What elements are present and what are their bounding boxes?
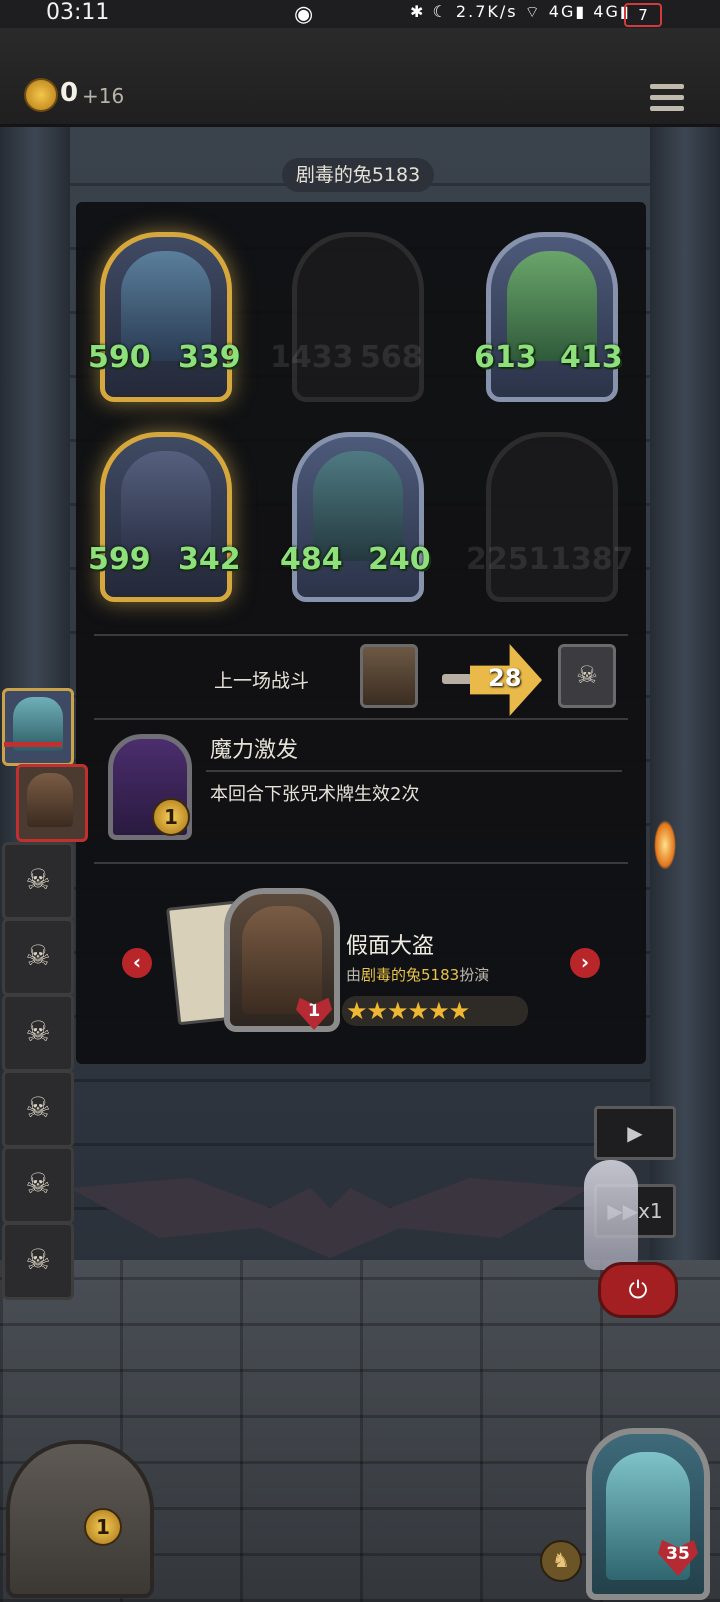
play-button[interactable]: ▶ bbox=[594, 1106, 676, 1160]
last-battle-hero-avatar bbox=[360, 644, 418, 708]
unit-attack: 484 bbox=[280, 542, 343, 577]
roster-player-1[interactable] bbox=[2, 688, 74, 766]
last-battle-opponent-avatar: ☠ bbox=[558, 644, 616, 708]
hero-star-rating: ★★★★★★ bbox=[342, 996, 528, 1026]
roster-player-7[interactable]: ☠ bbox=[2, 1146, 74, 1224]
bell-icon[interactable]: ♞ bbox=[540, 1540, 582, 1582]
skull-icon: ☠ bbox=[25, 1091, 51, 1124]
unit-attack: 599 bbox=[88, 542, 151, 577]
divider bbox=[94, 862, 628, 864]
spell-cost: 1 bbox=[152, 798, 190, 836]
status-bar: 03:11 ◉ ✱ ☾ 2.7K/s ⌔ 4G▮ 4G▮ 7 bbox=[0, 0, 720, 28]
skull-icon: ☠ bbox=[25, 1015, 51, 1048]
torch-flame bbox=[654, 820, 676, 870]
spell-description: 本回合下张咒术牌生效2次 bbox=[210, 784, 420, 805]
unit-card-3[interactable] bbox=[486, 232, 618, 402]
roster-player-2[interactable] bbox=[16, 764, 88, 842]
unit-attack: 613 bbox=[474, 340, 537, 375]
roster-player-8[interactable]: ☠ bbox=[2, 1222, 74, 1300]
unit-health: 1387 bbox=[550, 542, 634, 577]
roster-player-6[interactable]: ☠ bbox=[2, 1070, 74, 1148]
unit-health: 240 bbox=[368, 542, 431, 577]
unit-attack: 2251 bbox=[466, 542, 550, 577]
divider bbox=[206, 770, 622, 772]
roster-player-3[interactable]: ☠ bbox=[2, 842, 74, 920]
hero-played-by: 由剧毒的兔5183扮演 bbox=[346, 966, 490, 984]
skull-icon: ☠ bbox=[25, 939, 51, 972]
unit-health: 568 bbox=[360, 340, 423, 375]
avatar bbox=[27, 773, 73, 827]
coin-increment: +16 bbox=[82, 84, 125, 108]
menu-icon[interactable] bbox=[650, 84, 684, 114]
top-bar bbox=[0, 28, 720, 127]
hero-portrait bbox=[242, 906, 322, 1014]
bunny-mascot bbox=[584, 1160, 638, 1270]
roster-player-5[interactable]: ☠ bbox=[2, 994, 74, 1072]
coin-count: 0 bbox=[60, 78, 79, 108]
unit-attack: 1433 bbox=[270, 340, 354, 375]
prev-hero-button[interactable]: ‹ bbox=[122, 948, 152, 978]
unit-attack: 590 bbox=[88, 340, 151, 375]
health-bar bbox=[4, 742, 62, 747]
power-button[interactable]: ⏻ bbox=[598, 1262, 678, 1318]
battery-indicator: 7 bbox=[624, 3, 662, 27]
unit-card-2-faded bbox=[292, 232, 424, 402]
sword-icon bbox=[442, 674, 472, 684]
skull-icon: ☠ bbox=[25, 1167, 51, 1200]
unit-health: 342 bbox=[178, 542, 241, 577]
player-hero-portrait[interactable] bbox=[586, 1428, 710, 1600]
divider bbox=[94, 634, 628, 636]
divider bbox=[94, 718, 628, 720]
unit-card-1[interactable] bbox=[100, 232, 232, 402]
spell-title: 魔力激发 bbox=[210, 738, 299, 763]
opponent-name: 剧毒的兔5183 bbox=[282, 158, 434, 192]
skull-icon: ☠ bbox=[25, 863, 51, 896]
last-battle-label: 上一场战斗 bbox=[214, 670, 310, 692]
right-pillar bbox=[650, 124, 720, 1274]
status-icons: ✱ ☾ 2.7K/s ⌔ 4G▮ 4G▮ bbox=[410, 2, 631, 21]
skull-icon: ☠ bbox=[576, 661, 598, 689]
unit-health: 413 bbox=[560, 340, 623, 375]
coin-icon bbox=[24, 78, 58, 112]
chest-count: 1 bbox=[84, 1508, 122, 1546]
hero-name: 假面大盗 bbox=[346, 934, 435, 959]
bat-ornament bbox=[70, 1178, 590, 1258]
clock: 03:11 bbox=[46, 0, 110, 25]
eye-icon: ◉ bbox=[294, 2, 314, 27]
unit-health: 339 bbox=[178, 340, 241, 375]
treasure-chest[interactable] bbox=[6, 1440, 154, 1598]
last-battle-damage: 28 bbox=[488, 664, 522, 692]
roster-player-4[interactable]: ☠ bbox=[2, 918, 74, 996]
skull-icon: ☠ bbox=[25, 1243, 51, 1276]
next-hero-button[interactable]: › bbox=[570, 948, 600, 978]
